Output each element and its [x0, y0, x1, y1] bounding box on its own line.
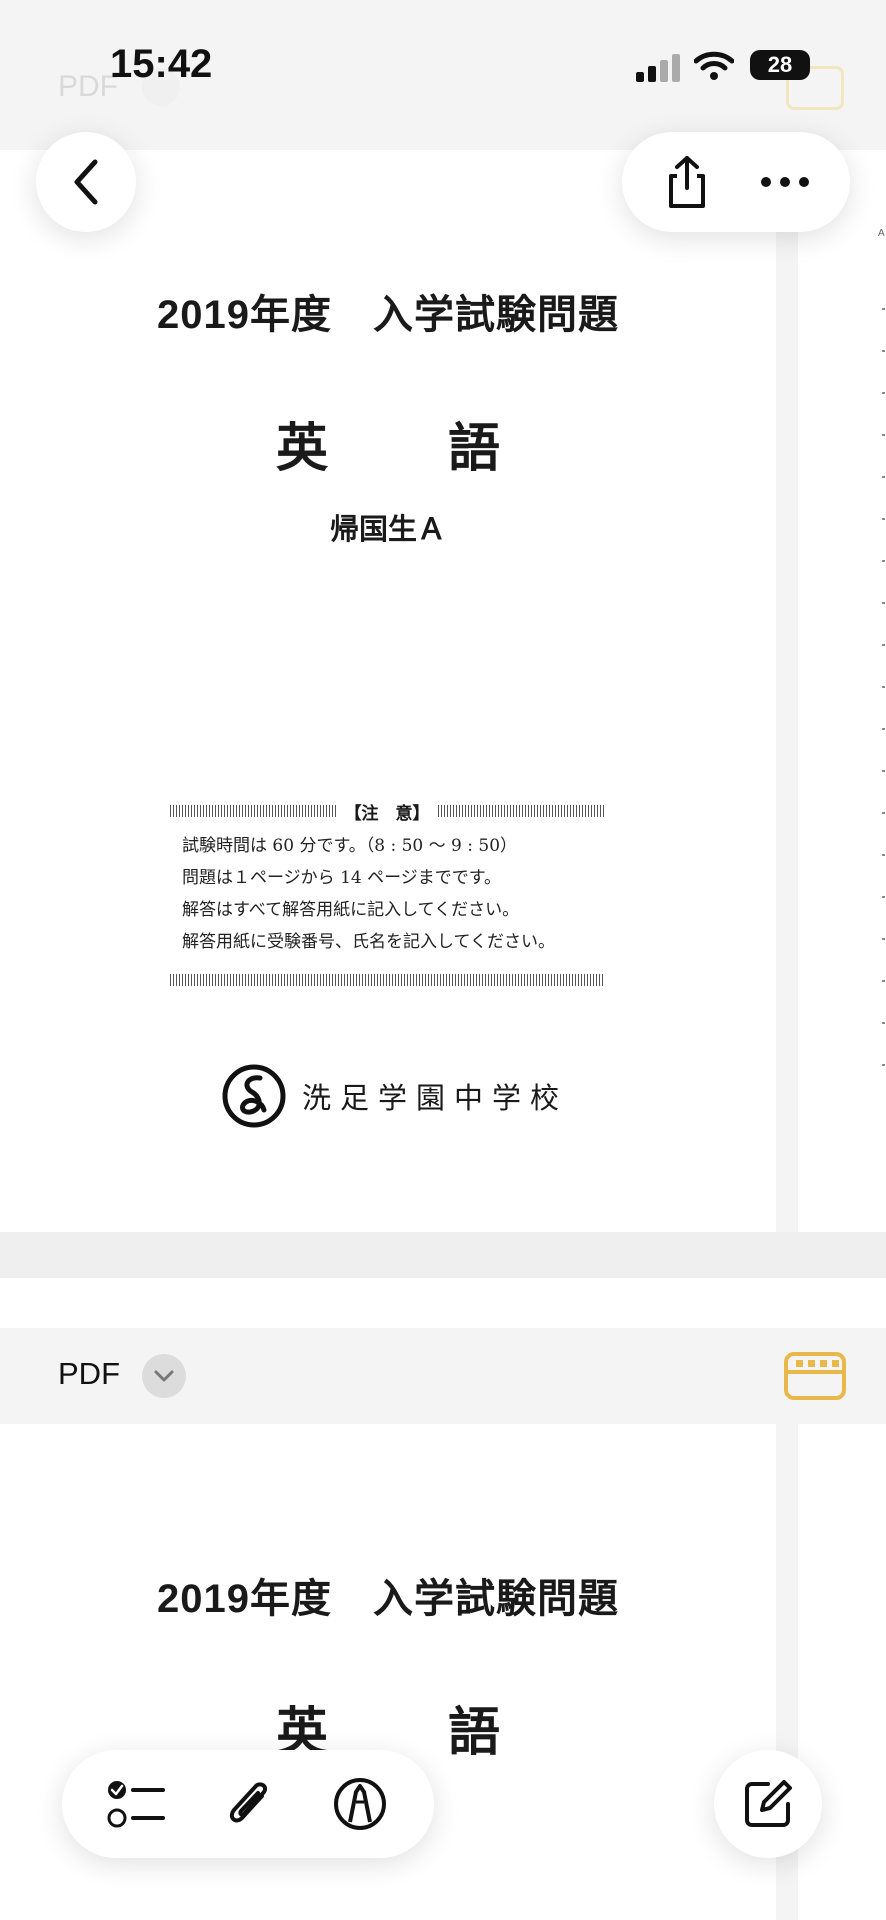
ellipsis-icon	[761, 177, 809, 187]
notice-lines: 試験時間は 60 分です。（8 : 50 ～ 9 : 50） 問題は１ページから…	[170, 824, 604, 958]
notice-line: 解答はすべて解答用紙に記入してください。	[182, 900, 520, 920]
attach-button[interactable]	[213, 1769, 283, 1839]
status-time: 15:42	[110, 42, 213, 86]
bottom-tools-pill	[62, 1750, 434, 1858]
markup-button[interactable]	[325, 1769, 395, 1839]
subject-left: 英	[275, 420, 328, 478]
pen-circle-icon	[334, 1778, 386, 1830]
back-button[interactable]	[36, 132, 136, 232]
doc-subject: 英語	[0, 406, 776, 481]
hatch-left	[170, 805, 337, 817]
notice-box: 【注 意】 試験時間は 60 分です。（8 : 50 ～ 9 : 50） 問題は…	[170, 798, 604, 986]
chevron-down-icon	[154, 1370, 174, 1382]
notice-heading: 【注 意】	[344, 803, 430, 824]
school-block: 洗足学園中学校	[222, 1064, 568, 1128]
pdf-dropdown-button[interactable]	[142, 1354, 186, 1398]
notice-line: 問題は１ページから 14 ページまでです。	[182, 868, 502, 888]
page2-subject-right: 語	[448, 1704, 501, 1762]
battery-level: 28	[767, 52, 793, 77]
compose-button[interactable]	[714, 1750, 822, 1858]
notice-line: 解答用紙に受験番号、氏名を記入してください。	[182, 932, 555, 952]
hatch-bottom	[170, 974, 604, 986]
pdf-page-1[interactable]: 2019年度 入学試験問題 英語 帰国生Ａ 【注 意】 試験時間は 60 分です…	[0, 150, 776, 1232]
more-button[interactable]	[750, 147, 820, 217]
school-name: 洗足学園中学校	[302, 1083, 569, 1115]
status-bar: 15:42 28	[0, 0, 886, 130]
hatch-right	[437, 805, 604, 817]
wifi-icon	[694, 51, 734, 80]
doc-title: 2019年度 入学試験問題	[157, 293, 619, 337]
share-icon	[669, 156, 705, 208]
calendar-icon[interactable]	[784, 1352, 846, 1400]
top-actions-pill	[622, 132, 850, 232]
notice-line: 試験時間は 60 分です。（8 : 50 ～ 9 : 50）	[182, 836, 518, 856]
pdf-label: PDF	[58, 1356, 120, 1391]
checklist-icon	[107, 1781, 165, 1828]
share-button[interactable]	[652, 147, 722, 217]
chevron-left-icon	[74, 159, 98, 205]
doc-category: 帰国生Ａ	[329, 514, 446, 546]
pdf-page-next-partial[interactable]: A	[798, 150, 886, 1232]
compose-icon	[745, 1780, 792, 1827]
cellular-signal-icon	[636, 54, 680, 82]
subject-right: 語	[448, 420, 501, 478]
pdf-header-bar: PDF	[0, 1328, 886, 1424]
page-separator	[0, 1232, 886, 1278]
school-logo-icon	[222, 1064, 286, 1128]
battery-indicator: 28	[750, 50, 810, 80]
checklist-button[interactable]	[101, 1769, 171, 1839]
notice-heading-row: 【注 意】	[170, 798, 604, 824]
page2-title: 2019年度 入学試験問題	[157, 1577, 619, 1621]
pdf-page-next-partial-2[interactable]	[798, 1424, 886, 1920]
page-gap	[0, 1278, 886, 1328]
paperclip-icon	[229, 1782, 267, 1823]
